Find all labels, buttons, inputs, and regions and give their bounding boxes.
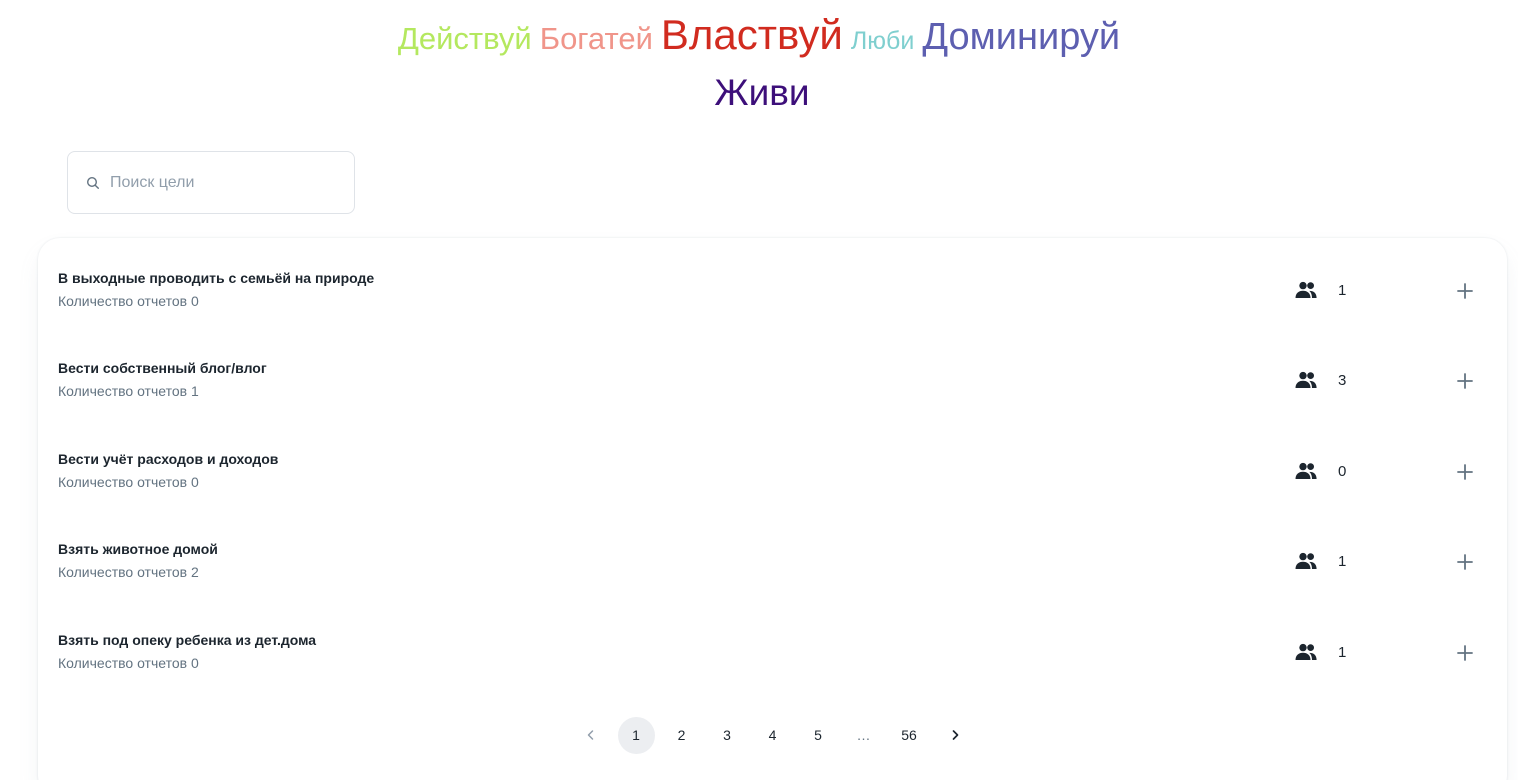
page: Действуй Богатей Властвуй Люби Доминируй… [0,0,1518,780]
page-button[interactable]: 2 [663,717,700,754]
search-icon [86,176,100,190]
goal-reports-count: Количество отчетов 0 [58,293,199,309]
goal-row[interactable]: Вести учёт расходов и доходов Количество … [38,427,1507,517]
participants-count: 0 [1338,463,1347,480]
plus-icon [1457,464,1473,480]
page-button[interactable]: 1 [617,716,655,754]
add-goal-button[interactable] [1454,370,1476,392]
goal-reports-count: Количество отчетов 2 [58,564,199,580]
goal-reports-count: Количество отчетов 0 [58,474,199,490]
chevron-right-icon [952,730,958,740]
word-cloud-line-1: Действуй Богатей Властвуй Люби Доминируй [0,14,1518,64]
goals-card: В выходные проводить с семьёй на природе… [38,238,1507,780]
goal-row[interactable]: В выходные проводить с семьёй на природе… [38,246,1507,336]
participants-count: 1 [1338,553,1347,570]
search-box[interactable] [67,151,355,214]
goal-row[interactable]: Взять под опеку ребенка из дет.дома Колич… [38,608,1507,698]
goal-row[interactable]: Взять животное домой Количество отчетов 2… [38,517,1507,607]
word-cloud-word[interactable]: Действуй [398,23,532,54]
prev-page-button[interactable] [572,717,609,754]
add-goal-button[interactable] [1454,642,1476,664]
goal-title[interactable]: Вести собственный блог/влог [58,360,267,376]
people-icon [1294,643,1318,661]
word-cloud-word[interactable]: Властвуй [661,14,843,56]
goal-reports-count: Количество отчетов 0 [58,655,199,671]
goal-title[interactable]: В выходные проводить с семьёй на природе [58,270,374,286]
plus-icon [1457,645,1473,661]
next-page-button[interactable] [936,717,973,754]
word-cloud: Действуй Богатей Властвуй Люби Доминируй… [0,0,1518,140]
pagination: 1 2 3 4 5 … 56 [572,716,982,754]
page-button[interactable]: 3 [709,717,746,754]
word-cloud-word[interactable]: Живи [714,74,809,111]
word-cloud-word[interactable]: Богатей [540,23,653,54]
add-goal-button[interactable] [1454,461,1476,483]
page-button[interactable]: 4 [754,717,791,754]
goal-title[interactable]: Взять под опеку ребенка из дет.дома [58,632,316,648]
plus-icon [1457,554,1473,570]
goal-title[interactable]: Вести учёт расходов и доходов [58,451,278,467]
goal-reports-count: Количество отчетов 1 [58,383,199,399]
page-button[interactable]: 56 [891,717,928,754]
participants-count: 1 [1338,644,1347,661]
participants-count: 3 [1338,372,1347,389]
people-icon [1294,281,1318,299]
pagination-ellipsis: … [856,727,871,743]
people-icon [1294,552,1318,570]
participants-count: 1 [1338,282,1347,299]
goal-row[interactable]: Вести собственный блог/влог Количество от… [38,336,1507,426]
people-icon [1294,371,1318,389]
word-cloud-line-2: Живи [0,74,1518,122]
plus-icon [1457,373,1473,389]
goal-title[interactable]: Взять животное домой [58,541,218,557]
people-icon [1294,462,1318,480]
word-cloud-word[interactable]: Доминируй [922,18,1120,56]
add-goal-button[interactable] [1454,280,1476,302]
word-cloud-word[interactable]: Люби [851,29,914,54]
search-input[interactable] [110,173,330,192]
page-button[interactable]: 5 [800,717,837,754]
plus-icon [1457,283,1473,299]
chevron-left-icon [587,730,593,740]
add-goal-button[interactable] [1454,551,1476,573]
